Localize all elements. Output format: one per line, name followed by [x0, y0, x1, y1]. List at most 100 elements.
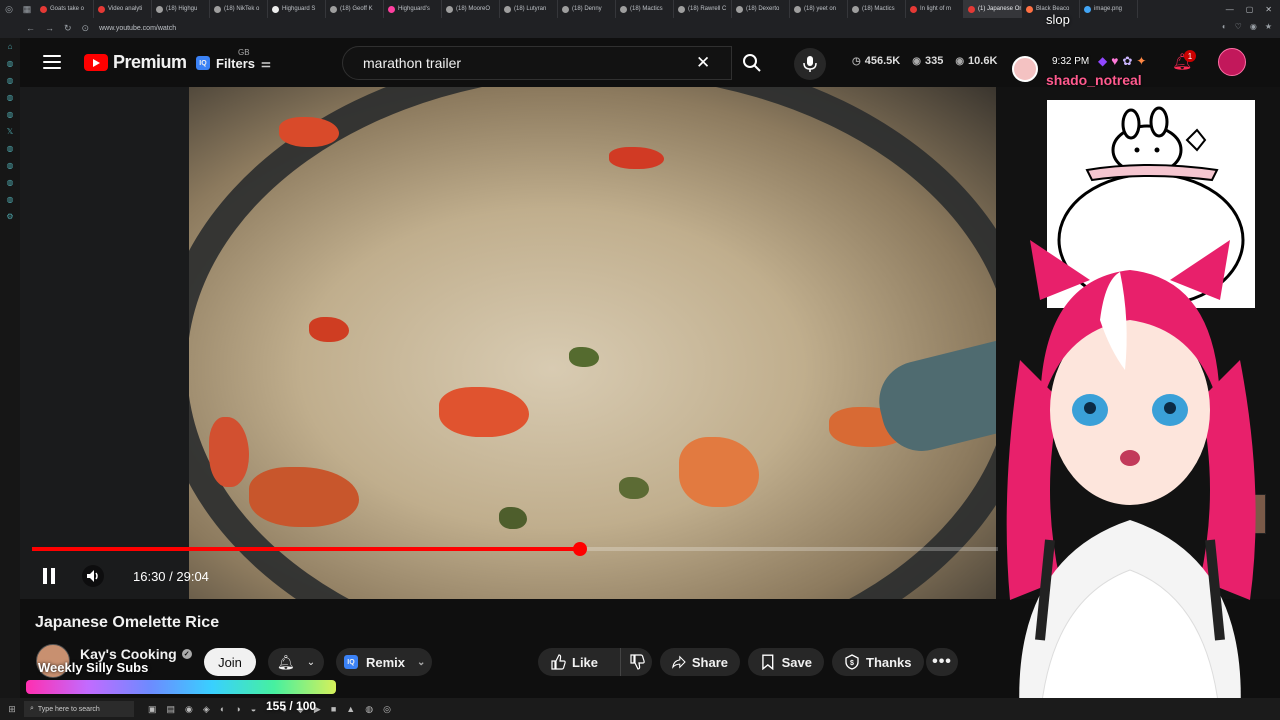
theater-left-background	[20, 87, 189, 599]
browser-tab[interactable]: (1) Japanese Omel	[964, 0, 1022, 18]
forward-icon[interactable]: →	[45, 23, 54, 33]
browser-tab[interactable]: (18) Lutyran	[500, 0, 558, 18]
browser-tab[interactable]: (18) Geoff K	[326, 0, 384, 18]
browser-tab[interactable]: (18) yeet on	[790, 0, 848, 18]
app-icon[interactable]: ◎	[383, 704, 391, 715]
like-button[interactable]: Like	[538, 648, 620, 676]
streamer-username: shado_notreal	[1046, 72, 1142, 88]
browser-tab[interactable]: (18) Mactics	[616, 0, 674, 18]
sidebar-home-icon[interactable]: ⌂	[8, 42, 13, 51]
site-info-icon[interactable]: ⊙	[82, 23, 90, 34]
extension-icon[interactable]: ★	[1265, 22, 1272, 31]
hamburger-menu-icon[interactable]	[43, 55, 61, 69]
extension-icon[interactable]: ◐	[1222, 22, 1227, 31]
app-icon[interactable]: ◐	[220, 704, 225, 715]
taskbar-search[interactable]: ⌕ Type here to search	[24, 701, 134, 717]
browser-tab[interactable]: Goats take o	[36, 0, 94, 18]
browser-tab[interactable]: (18) Mactics	[848, 0, 906, 18]
app-icon[interactable]: ◒	[251, 704, 256, 715]
browser-tab[interactable]: (18) Highgu	[152, 0, 210, 18]
browser-tab[interactable]: Video analyti	[94, 0, 152, 18]
browser-sidebar: ⌂ ◍ ◍ ◍ ◍ 𝕏 ◍ ◍ ◍ ◍ ⚙	[0, 38, 20, 698]
sidebar-app-icon[interactable]: ◍	[7, 76, 14, 85]
share-button[interactable]: Share	[660, 648, 740, 676]
filters-button[interactable]: IQ Filters ⚌	[196, 51, 271, 75]
thumbs-down-icon	[629, 654, 645, 670]
browser-tab[interactable]: In light of m	[906, 0, 964, 18]
tab-grid-icon[interactable]: ▦	[18, 0, 36, 18]
close-window-icon[interactable]: ✕	[1265, 5, 1272, 14]
sidebar-app-icon[interactable]: ◍	[7, 195, 14, 204]
search-button[interactable]	[732, 46, 772, 80]
sidebar-app-icon[interactable]: ◍	[7, 93, 14, 102]
tab-favicon-icon	[156, 5, 163, 13]
sidebar-app-icon[interactable]: ◍	[7, 110, 14, 119]
extension-icon[interactable]: ♡	[1235, 22, 1242, 31]
remix-button[interactable]: IQ Remix ⌄	[336, 648, 432, 676]
extension-icon[interactable]: ◉	[1250, 22, 1257, 31]
tab-favicon-icon	[272, 5, 279, 13]
app-icon[interactable]: ■	[331, 704, 336, 715]
browser-tab[interactable]: Highguard S	[268, 0, 326, 18]
browser-tab[interactable]: (18) MooreO	[442, 0, 500, 18]
sliders-icon: ⚌	[261, 57, 271, 70]
back-icon[interactable]: ←	[26, 23, 35, 33]
tab-label: (18) Lutyran	[514, 6, 547, 12]
taskview-icon[interactable]: ▣	[148, 704, 157, 715]
app-icon[interactable]: ▲	[346, 704, 355, 715]
clear-search-icon[interactable]: ✕	[696, 53, 710, 73]
browser-app-icon[interactable]: ◎	[0, 0, 18, 18]
notifications-button[interactable]: 🔔︎ ⌄	[268, 648, 324, 676]
browser-tab[interactable]: Highguard's	[384, 0, 442, 18]
fox-icon: ✦	[1136, 54, 1147, 68]
sidebar-app-icon[interactable]: ◍	[7, 178, 14, 187]
search-input[interactable]: marathon trailer	[342, 46, 732, 80]
browser-tab[interactable]: (18) Rawrell C	[674, 0, 732, 18]
app-icon[interactable]: ◑	[235, 704, 240, 715]
sidebar-app-icon[interactable]: ◍	[7, 161, 14, 170]
tab-label: (18) MooreO	[456, 6, 491, 12]
more-actions-button[interactable]: •••	[926, 648, 958, 676]
account-avatar[interactable]	[1218, 48, 1246, 76]
chrome-icon[interactable]: ◉	[185, 704, 193, 715]
browser-tab[interactable]: (18) Dexerto	[732, 0, 790, 18]
url-text[interactable]: www.youtube.com/watch	[99, 25, 176, 32]
sidebar-settings-icon[interactable]: ⚙	[6, 212, 13, 221]
thanks-button[interactable]: $ Thanks	[832, 648, 924, 676]
mute-button[interactable]	[82, 565, 104, 587]
iq-extension-icon: IQ	[196, 56, 210, 70]
sidebar-app-icon[interactable]: ◍	[7, 59, 14, 68]
browser-tab[interactable]: (18) Denny	[558, 0, 616, 18]
sidebar-x-icon[interactable]: 𝕏	[7, 127, 13, 136]
reload-icon[interactable]: ↻	[64, 23, 72, 34]
voice-search-button[interactable]	[794, 48, 826, 80]
folder-icon[interactable]: ▤	[167, 704, 176, 715]
tab-label: (18) Denny	[572, 6, 602, 12]
start-icon[interactable]: ⊞	[0, 704, 24, 715]
super-thanks-icon: $	[845, 654, 859, 670]
browser-tab[interactable]: image.png	[1080, 0, 1138, 18]
dislike-button[interactable]	[620, 648, 652, 676]
chevron-down-icon: ⌄	[417, 656, 426, 668]
join-button[interactable]: Join	[204, 648, 256, 676]
app-icon[interactable]: ◍	[365, 704, 373, 715]
minimize-icon[interactable]: —	[1226, 5, 1234, 14]
sidebar-app-icon[interactable]: ◍	[7, 144, 14, 153]
video-frame[interactable]	[189, 87, 996, 599]
tab-favicon-icon	[794, 5, 801, 13]
youtube-play-icon	[84, 54, 108, 71]
pause-button[interactable]	[40, 568, 58, 586]
tab-label: (18) Mactics	[862, 6, 895, 12]
tab-label: (18) Geoff K	[340, 6, 373, 12]
app-icon[interactable]: ◈	[203, 704, 210, 715]
maximize-icon[interactable]: ▢	[1246, 5, 1254, 14]
remix-label: Remix	[366, 654, 406, 670]
tab-favicon-icon	[1026, 5, 1033, 13]
browser-tab[interactable]: (18) NikTek o	[210, 0, 268, 18]
youtube-premium-logo[interactable]: Premium GB	[84, 48, 250, 73]
video-progress-bar[interactable]	[32, 542, 998, 556]
tab-favicon-icon	[910, 5, 917, 13]
tab-label: (1) Japanese Omel	[978, 6, 1021, 12]
save-button[interactable]: Save	[748, 648, 824, 676]
taskbar: ⊞ ⌕ Type here to search ▣ ▤ ◉ ◈ ◐ ◑ ◒ ◓ …	[0, 698, 1280, 720]
